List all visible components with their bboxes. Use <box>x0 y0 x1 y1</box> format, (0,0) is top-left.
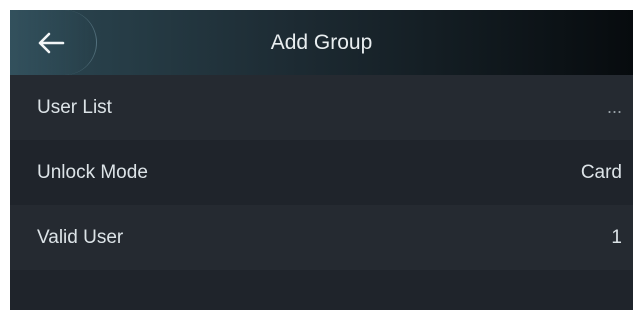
user-list-label: User List <box>37 97 112 118</box>
unlock-mode-label: Unlock Mode <box>37 162 148 183</box>
user-list-value: ... <box>606 97 622 117</box>
valid-user-row[interactable]: Valid User 1 <box>10 205 633 270</box>
valid-user-label: Valid User <box>37 227 124 248</box>
unlock-mode-row[interactable]: Unlock Mode Card <box>10 140 633 205</box>
unlock-mode-value: Card <box>580 162 622 183</box>
arrow-left-icon <box>38 32 65 54</box>
header-bar: Add Group <box>10 10 633 75</box>
user-list-row[interactable]: User List ... <box>10 75 633 140</box>
page-title: Add Group <box>270 31 373 54</box>
device-screen: Add Group User List ... Unlock Mode Card… <box>10 10 633 310</box>
back-button[interactable] <box>10 10 97 75</box>
valid-user-value: 1 <box>611 227 622 248</box>
